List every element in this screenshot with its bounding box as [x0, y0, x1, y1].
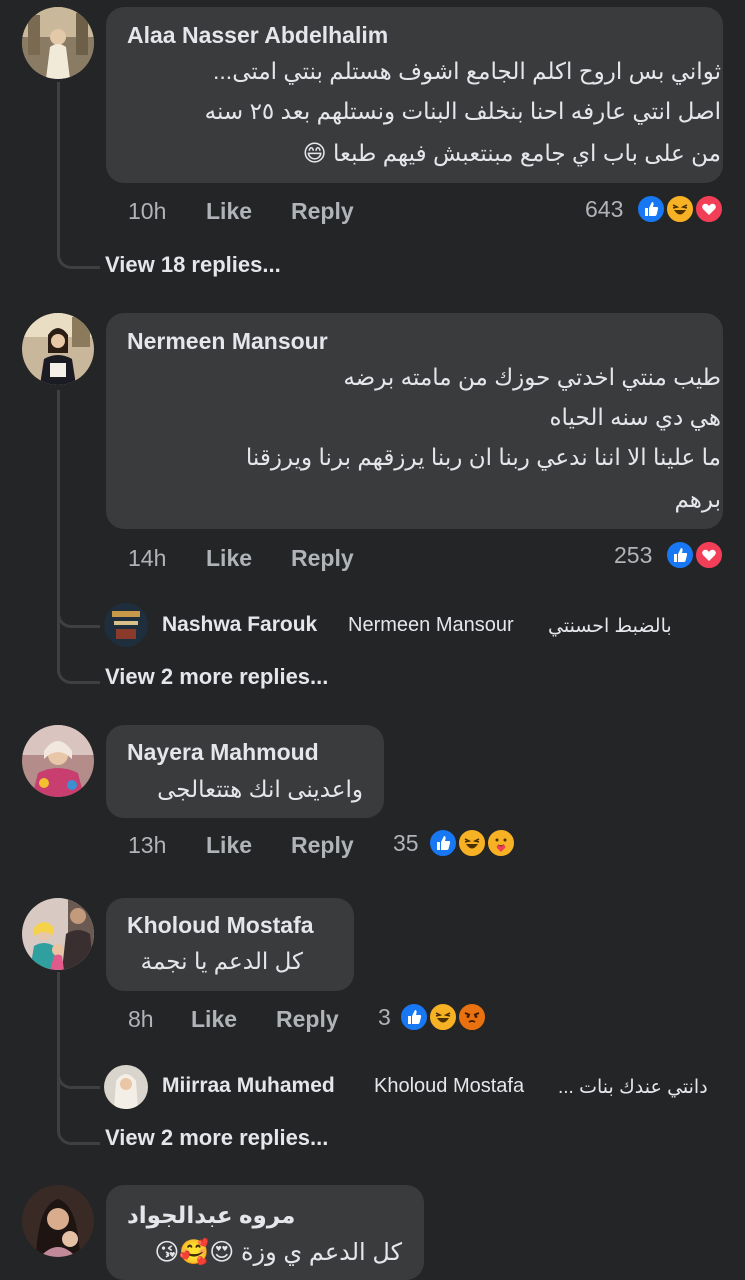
thread-line: [57, 82, 60, 252]
love-icon: [694, 194, 724, 224]
like-icon: [399, 1002, 429, 1032]
reply-avatar[interactable]: [104, 1065, 148, 1109]
comment-time: 8h: [128, 1006, 154, 1032]
view-replies-link[interactable]: View 2 more replies...: [105, 664, 328, 690]
comment-text-line: كل الدعم ي وزة 😍🥰😘: [154, 1239, 402, 1266]
thread-line: [57, 972, 60, 1132]
reply-mention[interactable]: Nermeen Mansour: [348, 614, 514, 637]
avatar[interactable]: [22, 313, 94, 385]
like-button[interactable]: Like: [191, 1006, 237, 1033]
reaction-count[interactable]: 3: [378, 1004, 391, 1031]
comment-text-line: واعدينى انك هتتعالجى: [157, 776, 363, 802]
comment-time: 13h: [128, 832, 167, 858]
thread-curve: [57, 605, 100, 628]
care-icon: [486, 828, 516, 858]
view-replies-link[interactable]: View 2 more replies...: [105, 1125, 328, 1151]
like-button[interactable]: Like: [206, 832, 252, 859]
comment-text-line: ثواني بس اروح اكلم الجامع اشوف هستلم بنت…: [213, 58, 721, 84]
haha-icon: [457, 828, 487, 858]
comment-author[interactable]: Nayera Mahmoud: [127, 739, 319, 766]
like-icon: [428, 828, 458, 858]
comment-text-line: هي دي سنه الحياه: [549, 404, 721, 430]
reaction-count[interactable]: 643: [585, 196, 623, 223]
reply-text: بالضبط احسنتي: [548, 616, 672, 637]
thread-curve: [57, 1116, 100, 1145]
comment-text-line: ما علينا الا اننا ندعي ربنا ان ربنا يرزق…: [245, 444, 721, 470]
reaction-count[interactable]: 35: [393, 830, 419, 857]
thread-curve: [57, 655, 100, 684]
view-replies-link[interactable]: View 18 replies...: [105, 252, 281, 278]
avatar[interactable]: [22, 725, 94, 797]
reply-mention[interactable]: Kholoud Mostafa: [374, 1075, 524, 1098]
comment-author[interactable]: Nermeen Mansour: [127, 328, 328, 355]
comment-time: 10h: [128, 198, 167, 224]
comment-author[interactable]: Kholoud Mostafa: [127, 912, 314, 939]
reply-button[interactable]: Reply: [276, 1006, 339, 1033]
like-button[interactable]: Like: [206, 198, 252, 225]
avatar[interactable]: [22, 898, 94, 970]
avatar[interactable]: [22, 7, 94, 79]
haha-icon: [428, 1002, 458, 1032]
reply-button[interactable]: Reply: [291, 545, 354, 572]
comment-text-line: برهم: [674, 486, 721, 512]
thread-curve: [57, 240, 100, 269]
thread-line: [57, 390, 60, 670]
reply-button[interactable]: Reply: [291, 832, 354, 859]
reply-avatar[interactable]: [104, 603, 148, 647]
comment-text-line: طيب منتي اخدتي حوزك من مامته برضه: [343, 364, 721, 390]
reply-button[interactable]: Reply: [291, 198, 354, 225]
haha-icon: [665, 194, 695, 224]
reply-author[interactable]: Nashwa Farouk: [162, 613, 317, 637]
comment-text-line: اصل انتي عارفه احنا بنخلف البنات ونستلهم…: [204, 98, 721, 124]
reaction-count[interactable]: 253: [614, 542, 652, 569]
reply-text: دانتي عندك بنات ...: [558, 1077, 708, 1098]
avatar[interactable]: [22, 1185, 94, 1257]
love-icon: [694, 540, 724, 570]
angry-icon: [457, 1002, 487, 1032]
comment-text-line: كل الدعم يا نجمة: [140, 948, 303, 974]
comment-time: 14h: [128, 545, 167, 571]
like-button[interactable]: Like: [206, 545, 252, 572]
comment-author[interactable]: مروه عبدالجواد: [127, 1202, 295, 1229]
like-icon: [665, 540, 695, 570]
like-icon: [636, 194, 666, 224]
comment-text-line: من على باب اي جامع مبنتعبش فيهم طبعا 😄: [302, 140, 721, 166]
comment-author[interactable]: Alaa Nasser Abdelhalim: [127, 22, 388, 49]
reply-author[interactable]: Miirraa Muhamed: [162, 1074, 335, 1098]
thread-curve: [57, 1062, 100, 1089]
